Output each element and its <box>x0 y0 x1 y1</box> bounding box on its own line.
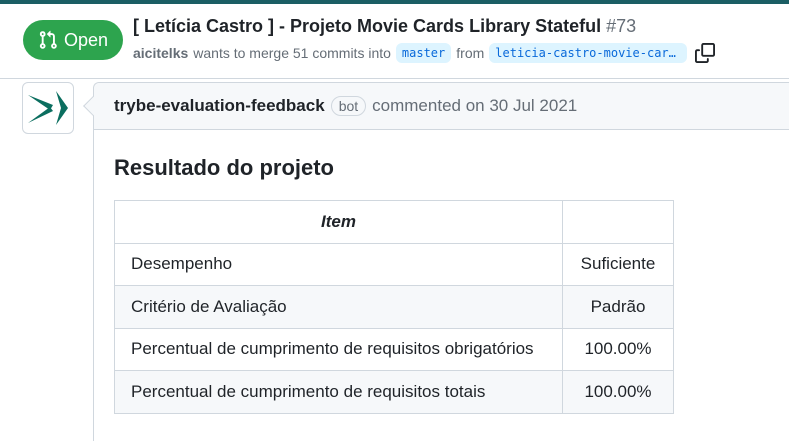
merge-text: wants to merge 51 commits into <box>193 45 391 61</box>
copy-branch-button[interactable] <box>694 42 716 64</box>
avatar[interactable] <box>22 82 74 134</box>
comment-header: trybe-evaluation-feedback bot commented … <box>94 83 789 130</box>
from-text: from <box>456 45 485 61</box>
table-row: Percentual de cumprimento de requisitos … <box>114 327 674 371</box>
results-table: Item Desempenho Suficiente Critério de A… <box>114 200 674 414</box>
pr-header: Open [ Letícia Castro ] - Projeto Movie … <box>0 4 789 78</box>
row-value: 100.00% <box>562 327 674 371</box>
table-header-row: Item <box>114 200 674 244</box>
pr-author-link[interactable]: aicitelks <box>133 45 188 61</box>
header-value <box>562 200 674 244</box>
row-label: Percentual de cumprimento de requisitos … <box>114 327 563 371</box>
copy-icon <box>695 43 716 63</box>
comment-box: trybe-evaluation-feedback bot commented … <box>83 82 789 441</box>
table-row: Critério de Avaliação Padrão <box>114 285 674 329</box>
pr-state-label: Open <box>63 29 109 50</box>
row-value: Suficiente <box>562 242 674 286</box>
row-label: Critério de Avaliação <box>114 285 563 329</box>
pr-state-badge: Open <box>23 20 123 60</box>
pr-title: [ Letícia Castro ] - Projeto Movie Cards… <box>133 16 636 37</box>
row-label: Desempenho <box>114 242 563 286</box>
table-row: Desempenho Suficiente <box>114 242 674 286</box>
pr-title-text: [ Letícia Castro ] - Projeto Movie Cards… <box>133 16 602 36</box>
header-item: Item <box>114 200 563 244</box>
row-value: 100.00% <box>562 370 674 414</box>
comment-author-link[interactable]: trybe-evaluation-feedback <box>114 96 325 116</box>
pr-number: #73 <box>606 16 637 36</box>
table-row: Percentual de cumprimento de requisitos … <box>114 370 674 414</box>
git-pull-request-icon <box>39 30 57 49</box>
head-branch-label[interactable]: leticia-castro-movie-cards-library-state… <box>489 43 688 63</box>
row-label: Percentual de cumprimento de requisitos … <box>114 370 563 414</box>
result-heading: Resultado do projeto <box>114 155 334 180</box>
base-branch-label[interactable]: master <box>395 43 452 63</box>
comment-timestamp[interactable]: commented on 30 Jul 2021 <box>372 96 577 116</box>
pr-meta: aicitelks wants to merge 51 commits into… <box>133 42 716 64</box>
bot-badge: bot <box>330 96 367 116</box>
header-divider <box>0 78 789 79</box>
trybe-logo-icon <box>28 91 68 125</box>
row-value: Padrão <box>562 285 674 329</box>
